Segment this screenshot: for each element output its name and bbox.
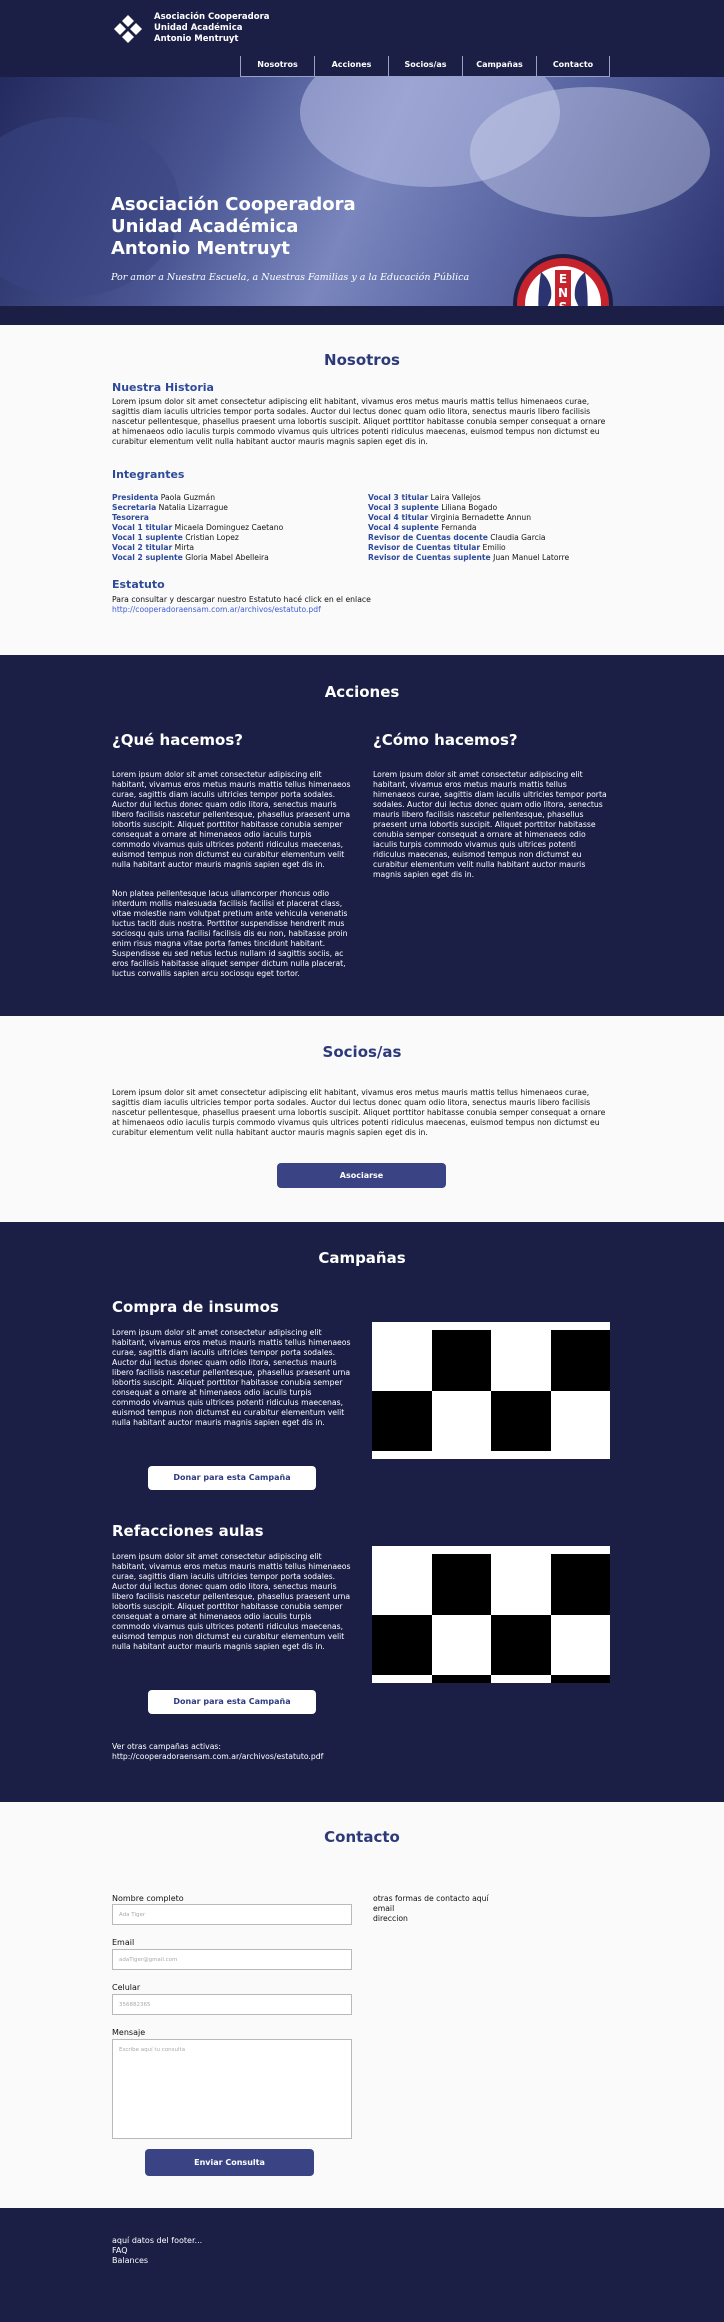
integrante-item: Revisor de Cuentas suplente Juan Manuel … [368, 553, 570, 562]
que-hacemos-text-2: Non platea pellentesque lacus ullamcorpe… [112, 889, 348, 978]
estatuto-title: Estatuto [112, 578, 165, 591]
socios-text: Lorem ipsum dolor sit amet consectetur a… [112, 1088, 606, 1137]
hero-hand-image [470, 87, 710, 217]
footer-faq-link[interactable]: FAQ [112, 2246, 202, 2256]
logo-line-2: Unidad Académica [154, 23, 243, 33]
campanas-title: Campañas [318, 1249, 406, 1267]
nombre-label: Nombre completo [112, 1894, 184, 1903]
email-label: Email [112, 1938, 135, 1947]
mensaje-textarea[interactable]: Escribe aquí tu consulta [112, 2039, 352, 2139]
svg-text:E: E [559, 272, 567, 286]
site-header: Asociación Cooperadora Unidad Académica … [0, 0, 724, 77]
integrante-item: Vocal 4 suplente Fernanda [368, 523, 477, 532]
site-footer: aquí datos del footer... FAQ Balances [0, 2208, 724, 2322]
que-hacemos-title: ¿Qué hacemos? [112, 731, 243, 749]
integrante-item: Secretaria Natalia Lizarrague [112, 503, 228, 512]
nav-contacto[interactable]: Contacto [536, 56, 610, 77]
section-campanas: Campañas Compra de insumos Lorem ipsum d… [0, 1222, 724, 1802]
section-contacto: Contacto Nombre completo Ada Tiger Email… [0, 1802, 724, 2208]
integrantes-list: Presidenta Paola Guzmán Secretaria Natal… [112, 493, 612, 563]
nav-socios[interactable]: Socios/as [388, 56, 462, 77]
contacto-line: otras formas de contacto aquí [373, 1894, 489, 1903]
otras-campanas-label: Ver otras campañas activas: [112, 1742, 222, 1751]
enviar-consulta-button[interactable]: Enviar Consulta [145, 2149, 314, 2176]
contacto-title: Contacto [324, 1828, 400, 1846]
nombre-input[interactable]: Ada Tiger [112, 1904, 352, 1925]
hero-title: Asociación Cooperadora Unidad Académica … [111, 194, 411, 260]
como-hacemos-title: ¿Cómo hacemos? [373, 731, 518, 749]
que-hacemos-text-1: Lorem ipsum dolor sit amet consectetur a… [112, 770, 351, 869]
footer-text: aquí datos del footer... FAQ Balances [112, 2236, 202, 2266]
campana-text: Lorem ipsum dolor sit amet consectetur a… [112, 1552, 351, 1651]
contacto-line: email [373, 1904, 395, 1913]
celular-label: Celular [112, 1983, 141, 1992]
estatuto-text: Para consultar y descargar nuestro Estat… [112, 595, 371, 604]
hero-bottom-strip [0, 306, 724, 325]
logo-line-1: Asociación Cooperadora [154, 12, 270, 22]
logo-line-3: Antonio Mentruyt [154, 34, 239, 44]
integrante-item: Vocal 2 titular Mirta [112, 543, 195, 552]
integrante-item: Presidenta Paola Guzmán [112, 493, 216, 502]
integrantes-left-col: Presidenta Paola Guzmán Secretaria Natal… [112, 493, 362, 563]
integrantes-title: Integrantes [112, 468, 185, 481]
ensam-badge-icon: E N S A M [511, 252, 615, 306]
campana-image [372, 1322, 610, 1459]
nosotros-title: Nosotros [324, 351, 400, 369]
integrante-item: Revisor de Cuentas docente Claudia Garci… [368, 533, 546, 542]
nav-nosotros[interactable]: Nosotros [240, 56, 314, 77]
otras-formas-contacto: otras formas de contacto aquí email dire… [373, 1894, 573, 1924]
nav-acciones[interactable]: Acciones [314, 56, 388, 77]
email-input[interactable]: adaTiger@gmail.com [112, 1949, 352, 1970]
como-hacemos-text: Lorem ipsum dolor sit amet consectetur a… [373, 770, 607, 879]
donar-button[interactable]: Donar para esta Campaña [148, 1466, 316, 1490]
section-acciones: Acciones ¿Qué hacemos? Lorem ipsum dolor… [0, 655, 724, 1016]
celular-input[interactable]: 356882365 [112, 1994, 352, 2015]
campana-text: Lorem ipsum dolor sit amet consectetur a… [112, 1328, 351, 1427]
site-logo[interactable]: Asociación Cooperadora Unidad Académica … [112, 12, 270, 45]
svg-text:S: S [559, 300, 568, 306]
section-socios: Socios/as Lorem ipsum dolor sit amet con… [0, 1016, 724, 1222]
integrantes-right-col: Vocal 3 titular Laira Vallejos Vocal 3 s… [368, 493, 612, 563]
main-nav: Nosotros Acciones Socios/as Campañas Con… [240, 56, 610, 77]
campana-title: Refacciones aulas [112, 1522, 264, 1540]
hero-title-line-1: Asociación Cooperadora [111, 194, 356, 215]
integrante-item: Vocal 2 suplente Gloria Mabel Abelleira [112, 553, 269, 562]
campana-title: Compra de insumos [112, 1298, 279, 1316]
logo-text: Asociación Cooperadora Unidad Académica … [154, 12, 270, 45]
historia-title: Nuestra Historia [112, 381, 214, 394]
campana-image [372, 1546, 610, 1683]
hero-banner: Asociación Cooperadora Unidad Académica … [0, 77, 724, 306]
nav-campanas[interactable]: Campañas [462, 56, 536, 77]
hands-logo-icon [112, 13, 144, 45]
integrante-item: Vocal 3 suplente Liliana Bogado [368, 503, 498, 512]
otras-campanas-link[interactable]: http://cooperadoraensam.com.ar/archivos/… [112, 1752, 412, 1762]
mensaje-label: Mensaje [112, 2028, 146, 2037]
footer-line: aquí datos del footer... [112, 2236, 203, 2245]
integrante-item: Vocal 4 titular Virginia Bernadette Annu… [368, 513, 532, 522]
integrante-item: Tesorera [112, 513, 149, 522]
acciones-title: Acciones [324, 683, 400, 701]
historia-text: Lorem ipsum dolor sit amet consectetur a… [112, 397, 606, 446]
integrante-item: Vocal 1 suplente Cristian Lopez [112, 533, 239, 542]
integrante-item: Revisor de Cuentas titular Emilio [368, 543, 506, 552]
section-nosotros: Nosotros Nuestra Historia Lorem ipsum do… [0, 325, 724, 655]
hero-title-line-2: Unidad Académica [111, 216, 299, 237]
contacto-line: direccion [373, 1914, 408, 1923]
footer-balances-link[interactable]: Balances [112, 2256, 202, 2266]
socios-title: Socios/as [322, 1043, 402, 1061]
integrante-item: Vocal 3 titular Laira Vallejos [368, 493, 481, 502]
donar-button[interactable]: Donar para esta Campaña [148, 1690, 316, 1714]
estatuto-link[interactable]: http://cooperadoraensam.com.ar/archivos/… [112, 605, 612, 614]
asociarse-button[interactable]: Asociarse [277, 1163, 446, 1188]
hero-subtitle: Por amor a Nuestra Escuela, a Nuestras F… [111, 272, 470, 283]
svg-text:N: N [558, 286, 568, 300]
hero-title-line-3: Antonio Mentruyt [111, 238, 290, 259]
integrante-item: Vocal 1 titular Micaela Dominguez Caetan… [112, 523, 284, 532]
